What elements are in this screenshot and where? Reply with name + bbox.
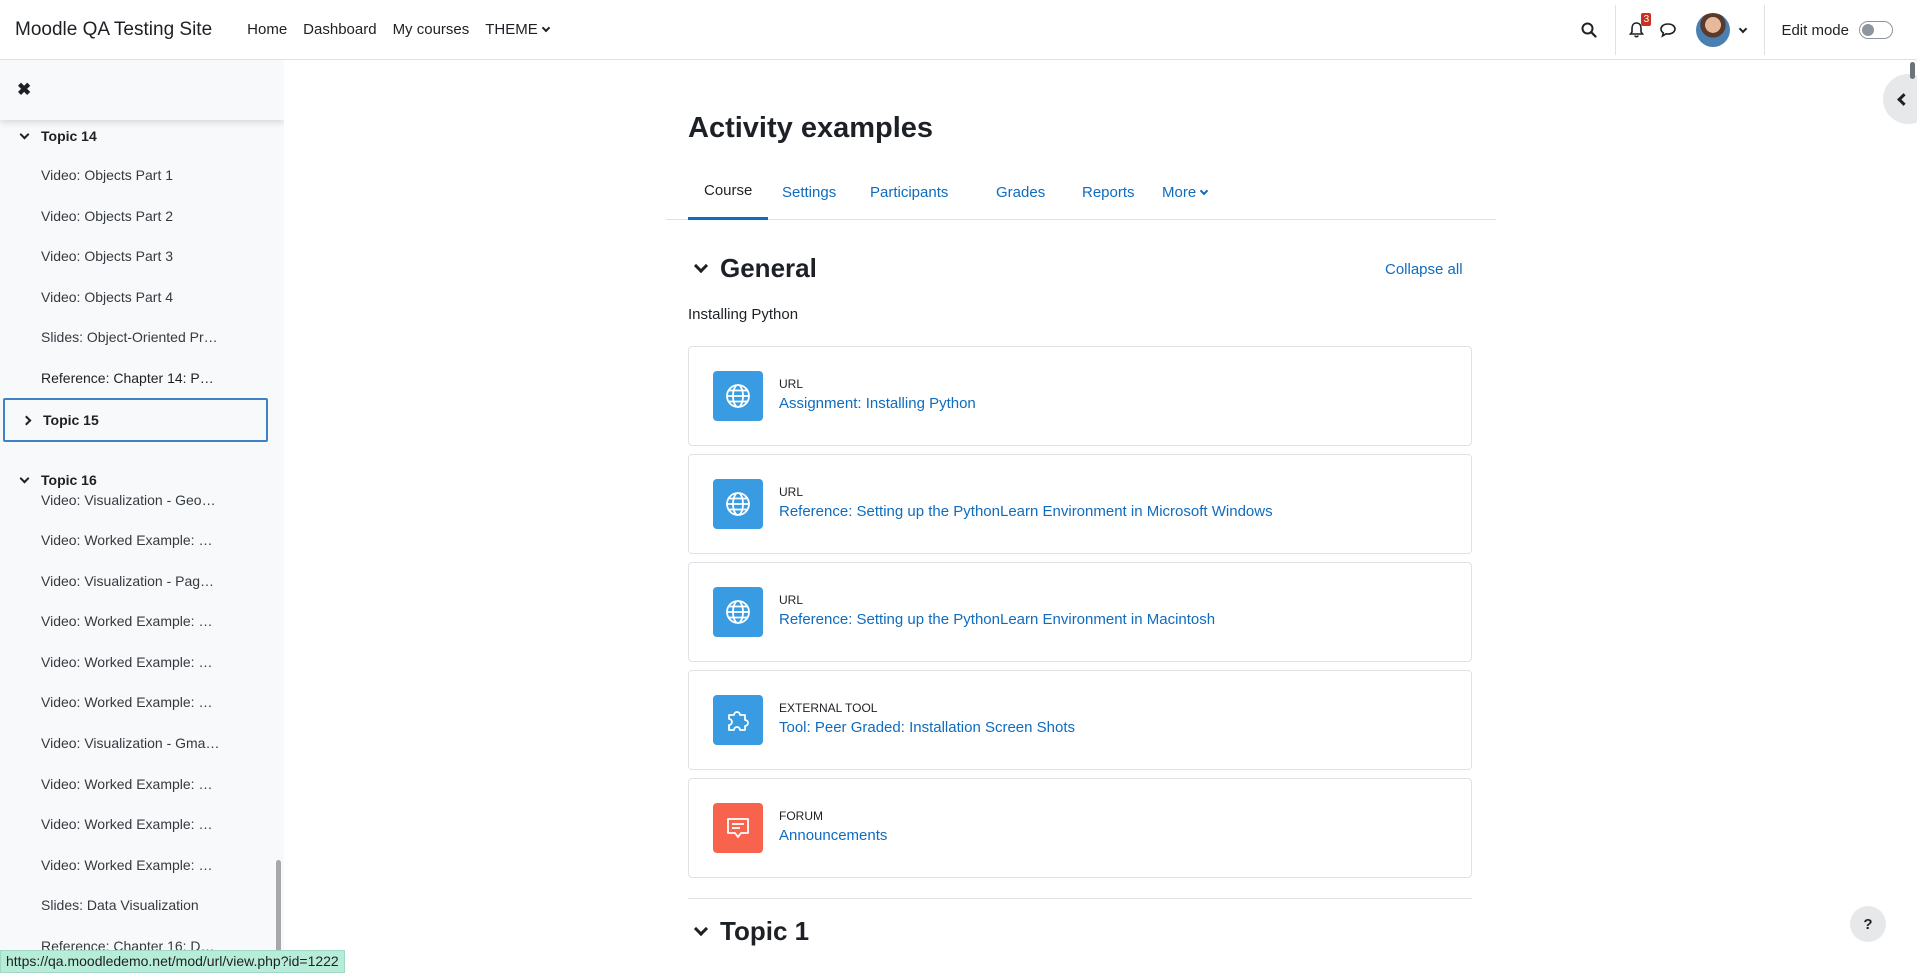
tab-more-label: More xyxy=(1162,183,1197,201)
course-index-topic-14[interactable]: Topic 14 xyxy=(0,116,268,156)
main-content: Activity examples Course Settings Partic… xyxy=(284,60,1884,973)
nav-home[interactable]: Home xyxy=(247,21,287,38)
course-index-item[interactable]: Video: Visualization - Geo… xyxy=(41,490,241,510)
course-index-item[interactable]: Video: Objects Part 2 xyxy=(41,206,241,226)
globe-icon xyxy=(713,371,763,421)
course-index-item[interactable]: Video: Visualization - Gma… xyxy=(41,733,241,753)
chevron-right-icon[interactable] xyxy=(21,415,32,425)
user-menu-chevron-icon[interactable] xyxy=(1739,24,1748,33)
activity-card: URL Reference: Setting up the PythonLear… xyxy=(688,562,1472,662)
activity-type: URL xyxy=(779,593,804,607)
course-index-item[interactable]: Video: Worked Example: … xyxy=(41,530,241,550)
activity-link[interactable]: Reference: Setting up the PythonLearn En… xyxy=(779,503,1273,520)
section-title: Topic 1 xyxy=(720,916,810,946)
help-button[interactable]: ? xyxy=(1850,906,1886,942)
course-index-item[interactable]: Video: Objects Part 1 xyxy=(41,165,241,185)
course-index-item[interactable]: Video: Objects Part 4 xyxy=(41,287,241,307)
user-avatar[interactable] xyxy=(1696,13,1731,47)
collapse-all-link[interactable]: Collapse all xyxy=(1385,261,1463,278)
drawer-header: ✖ xyxy=(0,60,284,120)
activity-type: External tool xyxy=(779,701,878,715)
chevron-down-icon xyxy=(1199,186,1209,195)
section-general-header: General xyxy=(688,253,817,284)
activity-card: External tool Tool: Peer Graded: Install… xyxy=(688,670,1472,770)
site-name[interactable]: Moodle QA Testing Site xyxy=(15,19,212,41)
primary-navigation: Home Dashboard My courses THEME xyxy=(247,21,565,38)
nav-my-courses[interactable]: My courses xyxy=(393,21,470,38)
activity-link[interactable]: Announcements xyxy=(779,827,887,844)
topic-label: Topic 16 xyxy=(41,472,97,488)
section-summary: Installing Python xyxy=(688,306,799,323)
chevron-left-icon xyxy=(1897,92,1910,106)
activity-card: URL Reference: Setting up the PythonLear… xyxy=(688,454,1472,554)
course-index-item[interactable]: Video: Visualization - Pag… xyxy=(41,571,241,591)
forum-icon xyxy=(713,803,763,853)
activity-link[interactable]: Assignment: Installing Python xyxy=(779,395,976,412)
status-bar-url: https://qa.moodledemo.net/mod/url/view.p… xyxy=(0,950,345,973)
tab-grades[interactable]: Grades xyxy=(980,164,1061,220)
course-index-topic-15[interactable]: Topic 15 xyxy=(3,398,268,442)
course-index-item[interactable]: Slides: Object-Oriented Pr… xyxy=(41,327,241,347)
topic-label: Topic 15 xyxy=(43,412,99,428)
activity-card: Forum Announcements xyxy=(688,778,1472,878)
notifications-bell-icon[interactable]: 3 xyxy=(1624,13,1652,42)
course-index-item[interactable]: Slides: Data Visualization xyxy=(41,895,241,915)
globe-icon xyxy=(713,479,763,529)
chevron-down-icon[interactable] xyxy=(693,258,709,273)
course-index-item[interactable]: Video: Objects Part 3 xyxy=(41,246,241,266)
top-navbar: Moodle QA Testing Site Home Dashboard My… xyxy=(0,0,1917,60)
activity-link[interactable]: Reference: Setting up the PythonLearn En… xyxy=(779,611,1215,628)
page-scrollbar[interactable] xyxy=(1910,62,1915,79)
nav-theme-label: THEME xyxy=(485,21,538,38)
page-title: Activity examples xyxy=(688,112,934,144)
edit-mode-toggle[interactable] xyxy=(1859,21,1893,39)
nav-theme-dropdown[interactable]: THEME xyxy=(485,21,550,38)
navbar-divider xyxy=(1764,5,1766,55)
open-block-drawer-button[interactable] xyxy=(1883,74,1917,124)
section-title: General xyxy=(720,253,817,283)
section-topic-1-header: Topic 1 xyxy=(688,916,809,947)
chevron-down-icon[interactable] xyxy=(693,921,709,936)
activity-card: URL Assignment: Installing Python xyxy=(688,346,1472,446)
tab-settings[interactable]: Settings xyxy=(766,164,852,220)
course-index-item[interactable]: Reference: Chapter 14: P… xyxy=(41,368,241,388)
user-navigation: 3 Edit mode xyxy=(1577,0,1917,60)
toggle-knob xyxy=(1862,24,1874,36)
topic-label: Topic 14 xyxy=(41,128,97,144)
close-icon[interactable]: ✖ xyxy=(17,80,31,100)
chevron-down-icon[interactable] xyxy=(19,129,30,139)
course-index-item[interactable]: Video: Worked Example: … xyxy=(41,774,241,794)
course-index-item[interactable]: Video: Worked Example: … xyxy=(41,652,241,672)
globe-icon xyxy=(713,587,763,637)
tab-more[interactable]: More xyxy=(1146,164,1223,220)
tab-reports[interactable]: Reports xyxy=(1066,164,1151,220)
tab-participants[interactable]: Participants xyxy=(854,164,964,220)
course-index-item[interactable]: Video: Worked Example: … xyxy=(41,814,241,834)
search-icon[interactable] xyxy=(1577,18,1601,42)
activity-type: URL xyxy=(779,377,804,391)
course-index-item[interactable]: Video: Worked Example: … xyxy=(41,855,241,875)
course-index-item[interactable]: Video: Worked Example: … xyxy=(41,611,241,631)
activity-type: Forum xyxy=(779,809,823,823)
chevron-down-icon xyxy=(541,23,550,33)
course-index-item[interactable]: Video: Worked Example: … xyxy=(41,692,241,712)
messages-icon[interactable] xyxy=(1656,18,1680,42)
puzzle-icon xyxy=(713,695,763,745)
notification-count-badge: 3 xyxy=(1641,13,1652,26)
section-divider xyxy=(688,898,1472,899)
course-index-drawer: Topic 14 Video: Objects Part 1 Video: Ob… xyxy=(0,60,284,973)
edit-mode-label: Edit mode xyxy=(1781,21,1849,39)
navbar-divider xyxy=(1615,5,1617,55)
activity-link[interactable]: Tool: Peer Graded: Installation Screen S… xyxy=(779,719,1075,736)
chevron-down-icon[interactable] xyxy=(19,473,30,483)
secondary-navigation: Course Settings Participants Grades Repo… xyxy=(666,164,1496,220)
activity-type: URL xyxy=(779,485,804,499)
tab-course[interactable]: Course xyxy=(688,164,769,220)
nav-dashboard[interactable]: Dashboard xyxy=(303,21,376,38)
